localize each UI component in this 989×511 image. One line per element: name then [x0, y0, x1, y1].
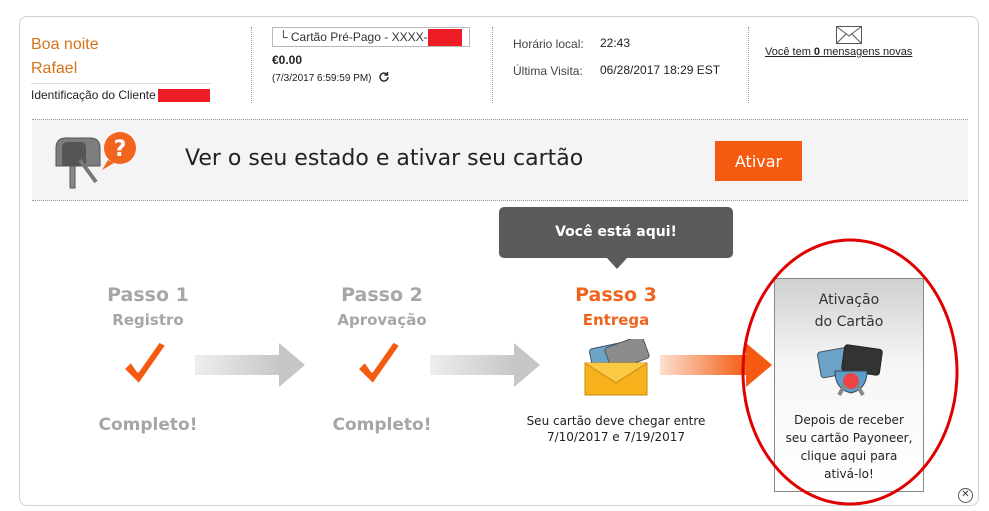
- activation-banner: ? Ver o seu estado e ativar seu cartão A…: [32, 119, 968, 201]
- close-icon[interactable]: ✕: [958, 488, 973, 503]
- balance-value: €0.00: [272, 53, 303, 67]
- step-1-status: Completo!: [98, 415, 198, 435]
- checkmark-icon: [353, 339, 405, 395]
- redacted-block: [427, 29, 462, 46]
- you-are-here-tooltip: Você está aqui!: [499, 207, 733, 258]
- local-time-value: 22:43: [600, 36, 631, 50]
- step-3-title: Passo 3: [575, 284, 657, 306]
- step-1-title: Passo 1: [107, 284, 189, 306]
- mailbox-question-icon: ?: [50, 130, 142, 194]
- step-3-subtitle: Entrega: [582, 311, 650, 329]
- divider: [748, 27, 749, 103]
- status-panel: Boa noite Rafael Identificação do Client…: [19, 16, 979, 506]
- step-2-subtitle: Aprovação: [337, 311, 427, 329]
- checkmark-icon: [119, 339, 171, 395]
- step-2-title: Passo 2: [341, 284, 423, 306]
- last-visit-value: 06/28/2017 18:29 EST: [600, 63, 721, 77]
- envelope-card-icon: [581, 335, 651, 403]
- step-1-subtitle: Registro: [112, 311, 184, 329]
- activate-button[interactable]: Ativar: [715, 141, 802, 181]
- envelope-icon[interactable]: [836, 26, 862, 48]
- messages-link[interactable]: Você tem 0 mensagens novas: [765, 46, 912, 58]
- tooltip-arrow: [607, 258, 627, 269]
- banner-title: Ver o seu estado e ativar seu cartão: [185, 146, 584, 171]
- last-visit-label: Última Visita:: [513, 64, 583, 78]
- redacted-block: [157, 89, 210, 103]
- balance-time-text: (7/3/2017 6:59:59 PM): [272, 73, 372, 85]
- arrow-right-icon: [195, 343, 305, 391]
- user-name: Rafael: [31, 60, 78, 77]
- messages-suffix: mensagens novas: [820, 46, 913, 58]
- card-select[interactable]: └ Cartão Pré-Pago - XXXX-: [272, 27, 470, 47]
- step-2-status: Completo!: [332, 415, 432, 435]
- divider: [492, 27, 493, 103]
- delivery-note-line: Seu cartão deve chegar entre: [526, 414, 706, 428]
- highlight-circle: [740, 237, 960, 511]
- balance-time: (7/3/2017 6:59:59 PM): [272, 71, 390, 86]
- divider: [31, 83, 211, 84]
- select-corner-icon: └: [279, 30, 288, 44]
- delivery-dates: 7/10/2017 e 7/19/2017: [546, 430, 686, 444]
- greeting-text: Boa noite: [31, 36, 99, 53]
- refresh-icon[interactable]: [378, 71, 390, 86]
- delivery-note: Seu cartão deve chegar entre 7/10/2017 e…: [506, 413, 726, 445]
- client-id-label: Identificação do Cliente: [31, 88, 156, 102]
- local-time-label: Horário local:: [513, 37, 584, 51]
- svg-text:?: ?: [114, 137, 127, 162]
- card-select-value: Cartão Pré-Pago - XXXX-: [290, 30, 428, 44]
- divider: [251, 27, 252, 103]
- messages-prefix: Você tem: [765, 46, 814, 58]
- client-id: Identificação do Cliente: [31, 88, 210, 103]
- arrow-right-icon: [430, 343, 540, 391]
